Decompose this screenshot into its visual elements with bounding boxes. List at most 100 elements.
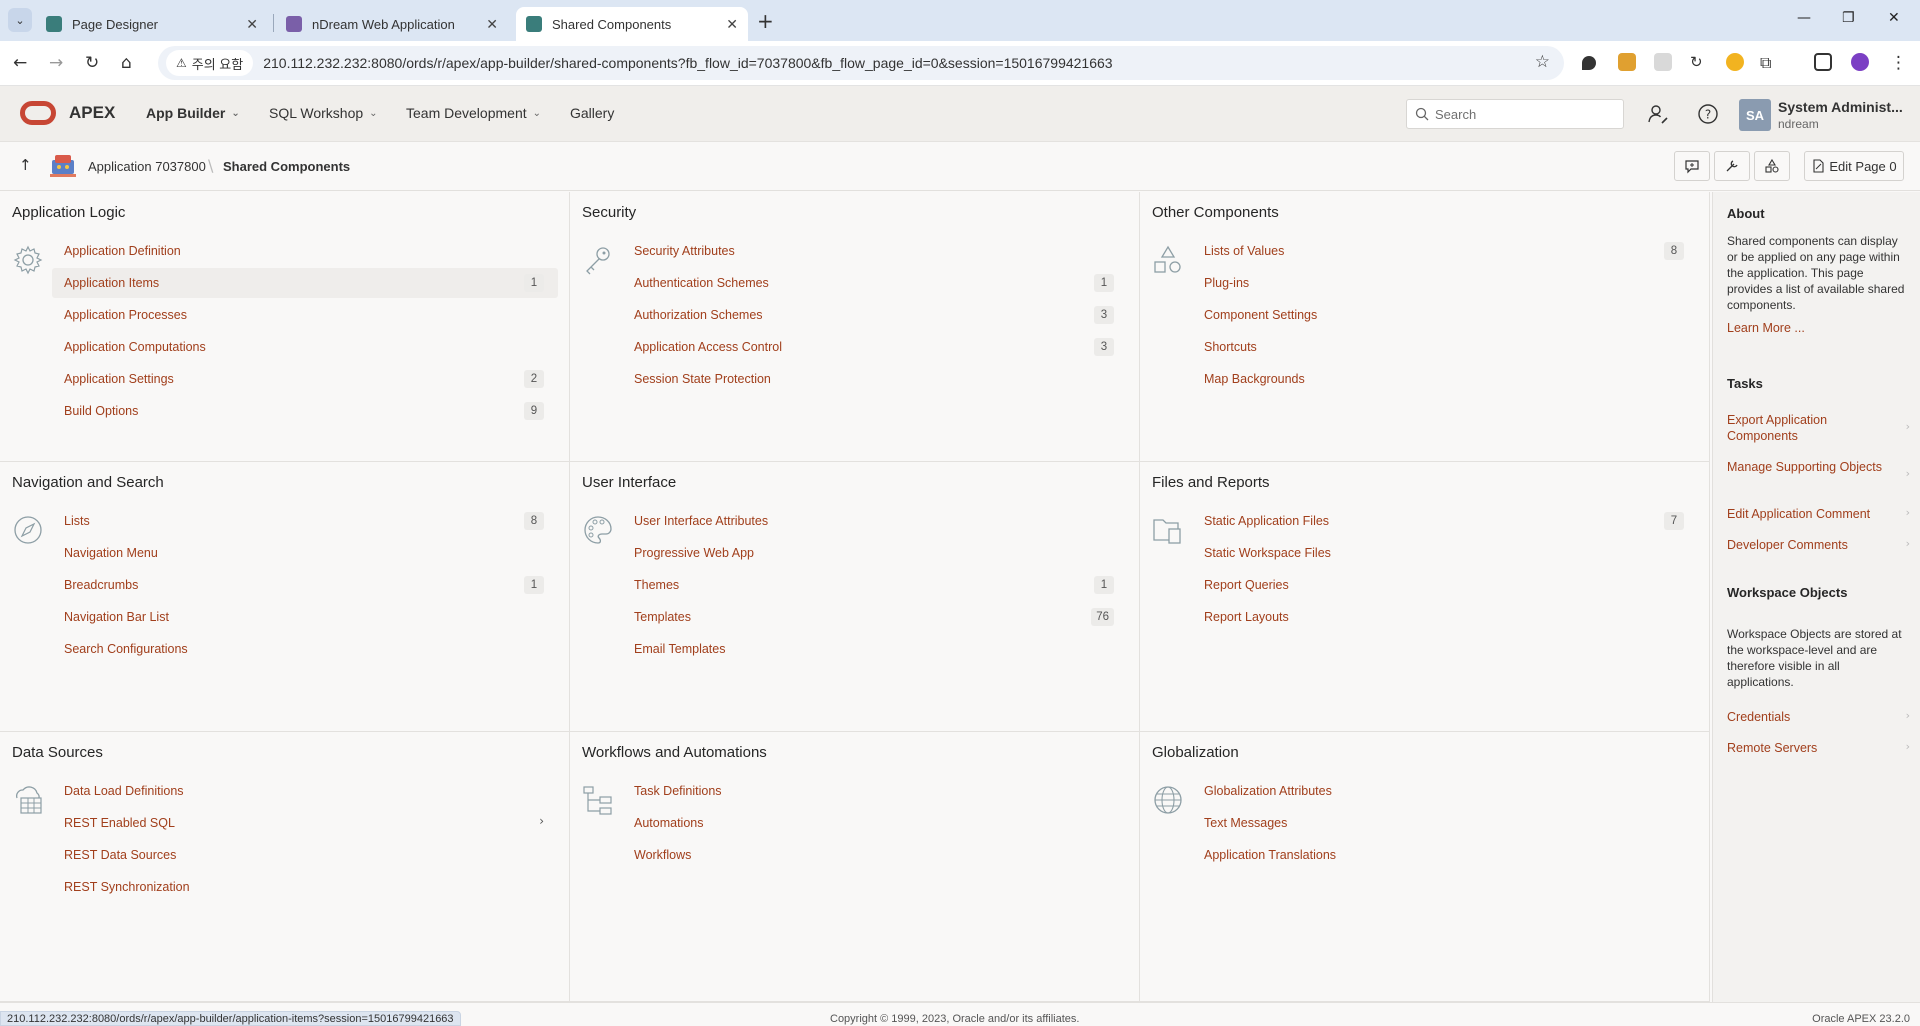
extension-icon[interactable]	[1618, 53, 1636, 71]
browser-tab-page-designer[interactable]: Page Designer ✕	[36, 7, 268, 41]
link-application-processes[interactable]: Application Processes	[52, 300, 558, 330]
link-lists[interactable]: Lists 8	[52, 506, 558, 536]
link-application-settings[interactable]: Application Settings 2	[52, 364, 558, 394]
status-bar-url: 210.112.232.232:8080/ords/r/apex/app-bui…	[0, 1011, 461, 1026]
link-map-backgrounds[interactable]: Map Backgrounds	[1192, 364, 1698, 394]
security-warning-chip[interactable]: ⚠ 주의 요함	[166, 50, 254, 76]
avatar[interactable]: SA	[1739, 99, 1771, 131]
link-workflows[interactable]: Workflows	[622, 840, 1128, 870]
link-application-definition[interactable]: Application Definition	[52, 236, 558, 266]
nav-label: SQL Workshop	[269, 105, 364, 121]
up-arrow-icon[interactable]: ↑	[19, 156, 32, 174]
shared-components-button[interactable]	[1754, 151, 1790, 181]
restore-icon[interactable]: ❐	[1842, 10, 1855, 26]
profile-icon[interactable]	[1851, 53, 1869, 71]
task-edit-application-comment[interactable]: Edit Application Comment	[1727, 506, 1897, 522]
back-icon[interactable]: ←	[13, 53, 27, 73]
learn-more-link[interactable]: Learn More ...	[1727, 320, 1897, 336]
apex-brand[interactable]: APEX	[69, 103, 115, 123]
administration-icon[interactable]	[1646, 102, 1670, 126]
new-tab-icon[interactable]: +	[757, 9, 774, 33]
link-rest-data-sources[interactable]: REST Data Sources	[52, 840, 558, 870]
link-user-interface-attributes[interactable]: User Interface Attributes	[622, 506, 1128, 536]
home-icon[interactable]: ⌂	[121, 53, 132, 73]
link-static-application-files[interactable]: Static Application Files 7	[1192, 506, 1698, 536]
link-automations[interactable]: Automations	[622, 808, 1128, 838]
link-remote-servers[interactable]: Remote Servers	[1727, 740, 1897, 756]
link-authentication-schemes[interactable]: Authentication Schemes 1	[622, 268, 1128, 298]
close-tab-icon[interactable]: ✕	[486, 16, 498, 33]
link-report-queries[interactable]: Report Queries	[1192, 570, 1698, 600]
link-task-definitions[interactable]: Task Definitions	[622, 776, 1128, 806]
tab-search-dropdown-icon[interactable]: ⌄	[8, 8, 32, 32]
link-authorization-schemes[interactable]: Authorization Schemes 3	[622, 300, 1128, 330]
nav-team-development[interactable]: Team Development ⌄	[406, 105, 541, 121]
chevron-down-icon[interactable]: ⌄	[533, 108, 541, 119]
panel-title: Other Components	[1152, 204, 1279, 221]
utilities-button[interactable]	[1714, 151, 1750, 181]
link-plug-ins[interactable]: Plug-ins	[1192, 268, 1698, 298]
link-data-load-definitions[interactable]: Data Load Definitions	[52, 776, 558, 806]
extension-icon[interactable]	[1726, 53, 1744, 71]
link-build-options[interactable]: Build Options 9	[52, 396, 558, 426]
link-email-templates[interactable]: Email Templates	[622, 634, 1128, 664]
link-credentials[interactable]: Credentials	[1727, 709, 1897, 725]
close-tab-icon[interactable]: ✕	[726, 16, 738, 33]
nav-app-builder[interactable]: App Builder ⌄	[146, 105, 240, 121]
oracle-logo-icon[interactable]	[20, 101, 56, 125]
eyedropper-extension-icon[interactable]	[1582, 56, 1596, 70]
link-application-access-control[interactable]: Application Access Control 3	[622, 332, 1128, 362]
link-security-attributes[interactable]: Security Attributes	[622, 236, 1128, 266]
chevron-down-icon[interactable]: ⌄	[231, 108, 239, 119]
link-search-configurations[interactable]: Search Configurations	[52, 634, 558, 664]
bookmark-star-icon[interactable]: ☆	[1535, 52, 1550, 72]
browser-tab-ndream[interactable]: nDream Web Application ✕	[276, 7, 508, 41]
link-lists-of-values[interactable]: Lists of Values 8	[1192, 236, 1698, 266]
url-text[interactable]: 210.112.232.232:8080/ords/r/apex/app-bui…	[263, 55, 1112, 71]
edit-page-button[interactable]: Edit Page 0	[1804, 151, 1904, 181]
user-name[interactable]: System Administ...	[1778, 99, 1903, 115]
close-tab-icon[interactable]: ✕	[246, 16, 258, 33]
browser-tab-shared-components[interactable]: Shared Components ✕	[516, 7, 748, 41]
link-themes[interactable]: Themes 1	[622, 570, 1128, 600]
link-session-state-protection[interactable]: Session State Protection	[622, 364, 1128, 394]
extensions-puzzle-icon[interactable]: ⧉	[1760, 53, 1771, 73]
link-progressive-web-app[interactable]: Progressive Web App	[622, 538, 1128, 568]
link-application-computations[interactable]: Application Computations	[52, 332, 558, 362]
link-application-translations[interactable]: Application Translations	[1192, 840, 1698, 870]
link-application-items[interactable]: Application Items 1	[52, 268, 558, 298]
link-text-messages[interactable]: Text Messages	[1192, 808, 1698, 838]
omnibox[interactable]: ⚠ 주의 요함 210.112.232.232:8080/ords/r/apex…	[158, 46, 1564, 80]
link-static-workspace-files[interactable]: Static Workspace Files	[1192, 538, 1698, 568]
task-manage-supporting-objects[interactable]: Manage Supporting Objects	[1727, 459, 1897, 475]
link-report-layouts[interactable]: Report Layouts	[1192, 602, 1698, 632]
item-label: Lists	[64, 514, 90, 528]
link-rest-enabled-sql[interactable]: REST Enabled SQL ›	[52, 808, 558, 838]
task-developer-comments[interactable]: Developer Comments	[1727, 537, 1897, 553]
minimize-icon[interactable]: —	[1797, 10, 1811, 26]
search-input[interactable]: Search	[1406, 99, 1624, 129]
browser-menu-icon[interactable]: ⋮	[1890, 53, 1907, 73]
nav-sql-workshop[interactable]: SQL Workshop ⌄	[269, 105, 378, 121]
reload-icon[interactable]: ↻	[85, 53, 99, 73]
link-navigation-menu[interactable]: Navigation Menu	[52, 538, 558, 568]
link-component-settings[interactable]: Component Settings	[1192, 300, 1698, 330]
chevron-down-icon[interactable]: ⌄	[369, 108, 377, 119]
link-rest-synchronization[interactable]: REST Synchronization	[52, 872, 558, 902]
link-templates[interactable]: Templates 76	[622, 602, 1128, 632]
task-export-application-components[interactable]: Export Application Components	[1727, 412, 1897, 444]
help-icon[interactable]: ?	[1696, 102, 1720, 126]
breadcrumb-application[interactable]: Application 7037800	[88, 159, 206, 174]
extension-refresh-icon[interactable]: ↻	[1690, 53, 1703, 71]
link-globalization-attributes[interactable]: Globalization Attributes	[1192, 776, 1698, 806]
link-navigation-bar-list[interactable]: Navigation Bar List	[52, 602, 558, 632]
link-shortcuts[interactable]: Shortcuts	[1192, 332, 1698, 362]
nav-gallery[interactable]: Gallery	[570, 105, 614, 121]
window-close-icon[interactable]: ✕	[1888, 10, 1900, 26]
side-panel-icon[interactable]	[1814, 53, 1832, 71]
item-label: Authentication Schemes	[634, 276, 769, 290]
comments-button[interactable]	[1674, 151, 1710, 181]
forward-icon[interactable]: →	[49, 53, 63, 73]
extension-icon[interactable]	[1654, 53, 1672, 71]
link-breadcrumbs[interactable]: Breadcrumbs 1	[52, 570, 558, 600]
